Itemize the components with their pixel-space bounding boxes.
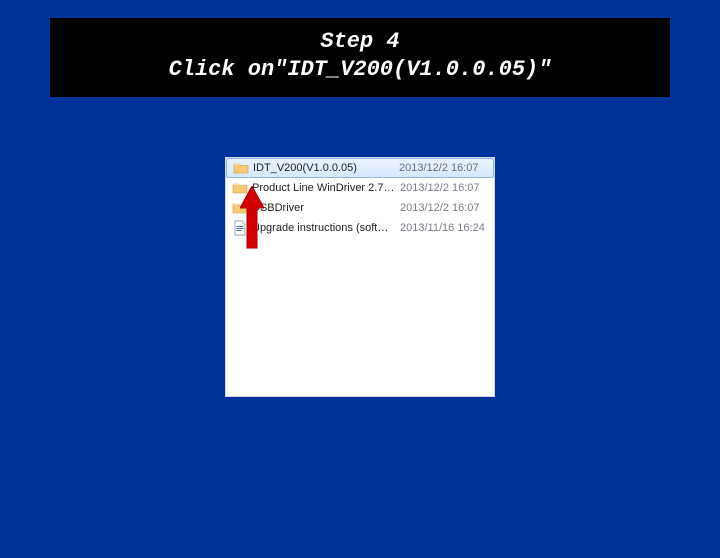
step-text: Click on"IDT_V200(V1.0.0.05)" bbox=[50, 56, 670, 84]
file-explorer-pane: IDT_V200(V1.0.0.05) 2013/12/2 16:07 Prod… bbox=[225, 157, 495, 397]
folder-icon bbox=[233, 160, 249, 176]
file-row-upgrade-doc[interactable]: Upgrade instructions (software)_V1.3 201… bbox=[226, 218, 494, 238]
document-icon bbox=[232, 220, 248, 236]
file-row-usbdriver[interactable]: USBDriver 2013/12/2 16:07 bbox=[226, 198, 494, 218]
file-name: IDT_V200(V1.0.0.05) bbox=[253, 162, 399, 174]
file-name: Product Line WinDriver 2.77.05.00(De... bbox=[252, 182, 400, 194]
file-name: Upgrade instructions (software)_V1.3 bbox=[252, 222, 400, 234]
file-row-idt-v200[interactable]: IDT_V200(V1.0.0.05) 2013/12/2 16:07 bbox=[226, 158, 494, 178]
file-name: USBDriver bbox=[252, 202, 400, 214]
file-row-windriver[interactable]: Product Line WinDriver 2.77.05.00(De... … bbox=[226, 178, 494, 198]
step-number: Step 4 bbox=[50, 28, 670, 56]
file-date: 2013/12/2 16:07 bbox=[399, 162, 493, 174]
file-date: 2013/12/2 16:07 bbox=[400, 202, 494, 214]
folder-icon bbox=[232, 180, 248, 196]
file-date: 2013/12/2 16:07 bbox=[400, 182, 494, 194]
folder-icon bbox=[232, 200, 248, 216]
file-date: 2013/11/16 16:24 bbox=[400, 222, 494, 234]
instruction-header: Step 4 Click on"IDT_V200(V1.0.0.05)" bbox=[50, 18, 670, 97]
